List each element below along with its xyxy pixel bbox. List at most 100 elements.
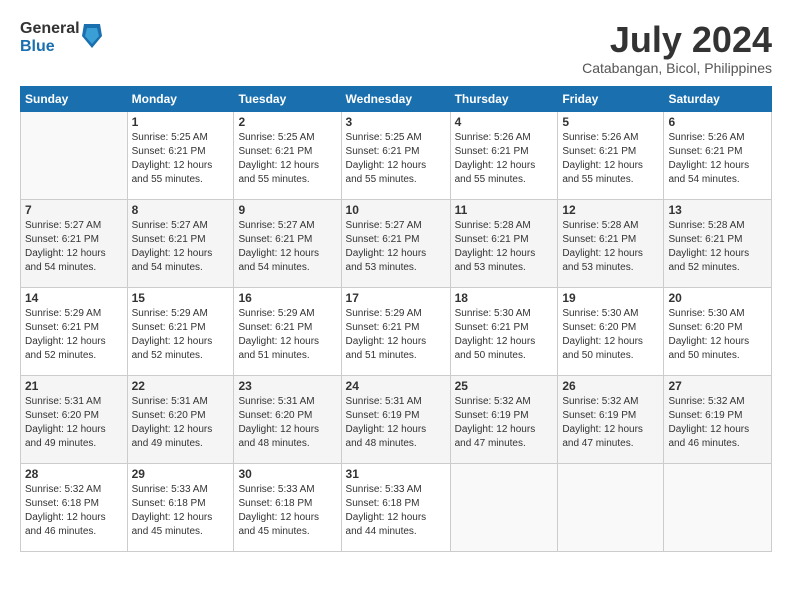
day-cell: 11Sunrise: 5:28 AM Sunset: 6:21 PM Dayli… (450, 199, 558, 287)
day-info: Sunrise: 5:29 AM Sunset: 6:21 PM Dayligh… (132, 307, 230, 363)
day-number: 1 (132, 115, 230, 129)
day-info: Sunrise: 5:27 AM Sunset: 6:21 PM Dayligh… (238, 219, 336, 275)
day-cell: 27 Sunrise: 5:32 AM Sunset: 6:19 PM Dayli… (664, 375, 772, 463)
week-row-2: 7 Sunrise: 5:27 AM Sunset: 6:21 PM Daylig… (21, 199, 772, 287)
week-row-3: 14 Sunrise: 5:29 AM Sunset: 6:21 PM Dayli… (21, 287, 772, 375)
day-info: Sunrise: 5:25 AM Sunset: 6:21 PM Dayligh… (238, 131, 336, 187)
day-info: Sunrise: 5:31 AM Sunset: 6:20 PM Dayligh… (132, 395, 230, 451)
month-year-title: July 2024 (582, 20, 772, 60)
day-number: 14 (25, 291, 123, 305)
day-cell: 16Sunrise: 5:29 AM Sunset: 6:21 PM Dayli… (234, 287, 341, 375)
day-number: 5 (562, 115, 659, 129)
header-cell-saturday: Saturday (664, 86, 772, 111)
day-cell: 8 Sunrise: 5:27 AM Sunset: 6:21 PM Daylig… (127, 199, 234, 287)
day-info: Sunrise: 5:29 AM Sunset: 6:21 PM Dayligh… (25, 307, 123, 363)
day-info: Sunrise: 5:33 AM Sunset: 6:18 PM Dayligh… (238, 483, 336, 539)
day-info: Sunrise: 5:29 AM Sunset: 6:21 PM Dayligh… (346, 307, 446, 363)
day-info: Sunrise: 5:32 AM Sunset: 6:19 PM Dayligh… (562, 395, 659, 451)
day-cell: 21 Sunrise: 5:31 AM Sunset: 6:20 PM Dayli… (21, 375, 128, 463)
day-info: Sunrise: 5:25 AM Sunset: 6:21 PM Dayligh… (132, 131, 230, 187)
logo-blue: Blue (20, 38, 80, 56)
day-number: 7 (25, 203, 123, 217)
day-cell: 4Sunrise: 5:26 AM Sunset: 6:21 PM Daylig… (450, 111, 558, 199)
day-cell: 3Sunrise: 5:25 AM Sunset: 6:21 PM Daylig… (341, 111, 450, 199)
header-cell-wednesday: Wednesday (341, 86, 450, 111)
day-cell: 15 Sunrise: 5:29 AM Sunset: 6:21 PM Dayli… (127, 287, 234, 375)
day-cell: 31 Sunrise: 5:33 AM Sunset: 6:18 PM Dayli… (341, 463, 450, 551)
day-cell (664, 463, 772, 551)
logo-text: General Blue (20, 20, 80, 55)
day-number: 6 (668, 115, 767, 129)
day-number: 29 (132, 467, 230, 481)
day-info: Sunrise: 5:31 AM Sunset: 6:20 PM Dayligh… (25, 395, 123, 451)
day-info: Sunrise: 5:28 AM Sunset: 6:21 PM Dayligh… (562, 219, 659, 275)
title-section: July 2024 Catabangan, Bicol, Philippines (582, 20, 772, 76)
day-number: 25 (455, 379, 554, 393)
header-cell-sunday: Sunday (21, 86, 128, 111)
day-info: Sunrise: 5:31 AM Sunset: 6:20 PM Dayligh… (238, 395, 336, 451)
day-number: 22 (132, 379, 230, 393)
day-number: 8 (132, 203, 230, 217)
day-number: 27 (668, 379, 767, 393)
day-info: Sunrise: 5:33 AM Sunset: 6:18 PM Dayligh… (346, 483, 446, 539)
header: General Blue July 2024 Catabangan, Bicol… (20, 20, 772, 76)
day-number: 10 (346, 203, 446, 217)
day-number: 13 (668, 203, 767, 217)
location-title: Catabangan, Bicol, Philippines (582, 60, 772, 76)
day-number: 11 (455, 203, 554, 217)
header-cell-monday: Monday (127, 86, 234, 111)
day-number: 23 (238, 379, 336, 393)
day-info: Sunrise: 5:26 AM Sunset: 6:21 PM Dayligh… (562, 131, 659, 187)
calendar-table: SundayMondayTuesdayWednesdayThursdayFrid… (20, 86, 772, 552)
day-info: Sunrise: 5:29 AM Sunset: 6:21 PM Dayligh… (238, 307, 336, 363)
day-number: 30 (238, 467, 336, 481)
day-info: Sunrise: 5:25 AM Sunset: 6:21 PM Dayligh… (346, 131, 446, 187)
day-cell: 5 Sunrise: 5:26 AM Sunset: 6:21 PM Daylig… (558, 111, 664, 199)
day-cell: 13Sunrise: 5:28 AM Sunset: 6:21 PM Dayli… (664, 199, 772, 287)
day-number: 2 (238, 115, 336, 129)
day-cell: 22 Sunrise: 5:31 AM Sunset: 6:20 PM Dayli… (127, 375, 234, 463)
header-cell-thursday: Thursday (450, 86, 558, 111)
day-cell: 23 Sunrise: 5:31 AM Sunset: 6:20 PM Dayli… (234, 375, 341, 463)
day-number: 31 (346, 467, 446, 481)
day-cell (558, 463, 664, 551)
day-info: Sunrise: 5:32 AM Sunset: 6:18 PM Dayligh… (25, 483, 123, 539)
calendar-page: General Blue July 2024 Catabangan, Bicol… (0, 0, 792, 612)
week-row-4: 21 Sunrise: 5:31 AM Sunset: 6:20 PM Dayli… (21, 375, 772, 463)
day-number: 24 (346, 379, 446, 393)
day-info: Sunrise: 5:32 AM Sunset: 6:19 PM Dayligh… (668, 395, 767, 451)
header-row: SundayMondayTuesdayWednesdayThursdayFrid… (21, 86, 772, 111)
day-number: 28 (25, 467, 123, 481)
header-cell-tuesday: Tuesday (234, 86, 341, 111)
week-row-5: 28 Sunrise: 5:32 AM Sunset: 6:18 PM Dayli… (21, 463, 772, 551)
day-number: 21 (25, 379, 123, 393)
day-info: Sunrise: 5:30 AM Sunset: 6:20 PM Dayligh… (668, 307, 767, 363)
day-cell: 19Sunrise: 5:30 AM Sunset: 6:20 PM Dayli… (558, 287, 664, 375)
day-cell: 1 Sunrise: 5:25 AM Sunset: 6:21 PM Daylig… (127, 111, 234, 199)
day-info: Sunrise: 5:26 AM Sunset: 6:21 PM Dayligh… (668, 131, 767, 187)
day-cell: 10Sunrise: 5:27 AM Sunset: 6:21 PM Dayli… (341, 199, 450, 287)
day-cell: 20Sunrise: 5:30 AM Sunset: 6:20 PM Dayli… (664, 287, 772, 375)
day-cell: 29 Sunrise: 5:33 AM Sunset: 6:18 PM Dayli… (127, 463, 234, 551)
day-cell: 6 Sunrise: 5:26 AM Sunset: 6:21 PM Daylig… (664, 111, 772, 199)
day-number: 26 (562, 379, 659, 393)
logo-icon (82, 24, 102, 48)
day-cell: 9Sunrise: 5:27 AM Sunset: 6:21 PM Daylig… (234, 199, 341, 287)
day-info: Sunrise: 5:33 AM Sunset: 6:18 PM Dayligh… (132, 483, 230, 539)
day-cell: 14 Sunrise: 5:29 AM Sunset: 6:21 PM Dayli… (21, 287, 128, 375)
day-number: 18 (455, 291, 554, 305)
day-info: Sunrise: 5:31 AM Sunset: 6:19 PM Dayligh… (346, 395, 446, 451)
day-cell: 26 Sunrise: 5:32 AM Sunset: 6:19 PM Dayli… (558, 375, 664, 463)
day-info: Sunrise: 5:27 AM Sunset: 6:21 PM Dayligh… (132, 219, 230, 275)
day-cell: 30 Sunrise: 5:33 AM Sunset: 6:18 PM Dayli… (234, 463, 341, 551)
day-cell: 7Sunrise: 5:27 AM Sunset: 6:21 PM Daylig… (21, 199, 128, 287)
day-cell (21, 111, 128, 199)
day-cell: 2 Sunrise: 5:25 AM Sunset: 6:21 PM Daylig… (234, 111, 341, 199)
day-number: 12 (562, 203, 659, 217)
day-info: Sunrise: 5:26 AM Sunset: 6:21 PM Dayligh… (455, 131, 554, 187)
day-cell: 18Sunrise: 5:30 AM Sunset: 6:21 PM Dayli… (450, 287, 558, 375)
header-cell-friday: Friday (558, 86, 664, 111)
day-info: Sunrise: 5:32 AM Sunset: 6:19 PM Dayligh… (455, 395, 554, 451)
day-number: 15 (132, 291, 230, 305)
day-info: Sunrise: 5:30 AM Sunset: 6:20 PM Dayligh… (562, 307, 659, 363)
